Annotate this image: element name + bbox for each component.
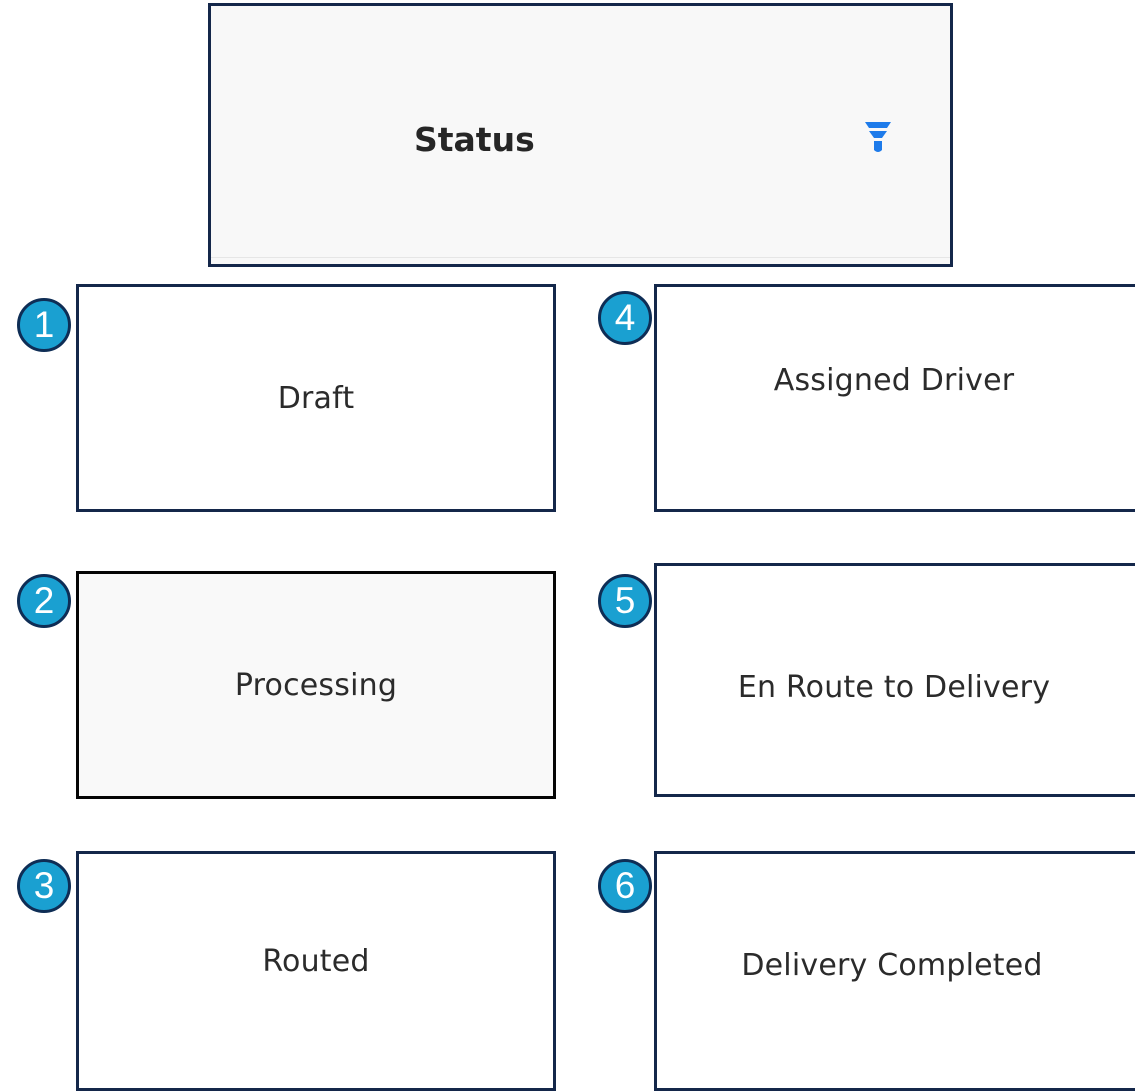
status-option-label: Delivery Completed bbox=[741, 947, 1043, 983]
status-option-processing[interactable]: Processing bbox=[76, 571, 556, 799]
step-number-badge: 2 bbox=[17, 574, 71, 628]
status-header-title: Status bbox=[414, 120, 535, 159]
step-number-badge: 6 bbox=[598, 859, 652, 913]
step-number-badge: 3 bbox=[17, 859, 71, 913]
step-number-badge: 5 bbox=[598, 574, 652, 628]
status-option-en-route-to-delivery[interactable]: En Route to Delivery bbox=[654, 563, 1135, 797]
step-number-badge: 4 bbox=[598, 291, 652, 345]
status-option-assigned-driver[interactable]: Assigned Driver bbox=[654, 284, 1135, 512]
header-divider bbox=[211, 257, 950, 258]
status-option-routed[interactable]: Routed bbox=[76, 851, 556, 1091]
status-option-label: Draft bbox=[277, 380, 355, 416]
step-number-badge: 1 bbox=[17, 298, 71, 352]
filter-icon[interactable] bbox=[863, 120, 893, 154]
status-option-delivery-completed[interactable]: Delivery Completed bbox=[654, 851, 1135, 1091]
status-option-label: Processing bbox=[234, 667, 398, 703]
status-column-header: Status bbox=[208, 3, 953, 267]
status-option-label: Assigned Driver bbox=[773, 362, 1015, 398]
status-option-label: En Route to Delivery bbox=[737, 669, 1051, 705]
status-option-label: Routed bbox=[262, 943, 370, 979]
status-option-draft[interactable]: Draft bbox=[76, 284, 556, 512]
